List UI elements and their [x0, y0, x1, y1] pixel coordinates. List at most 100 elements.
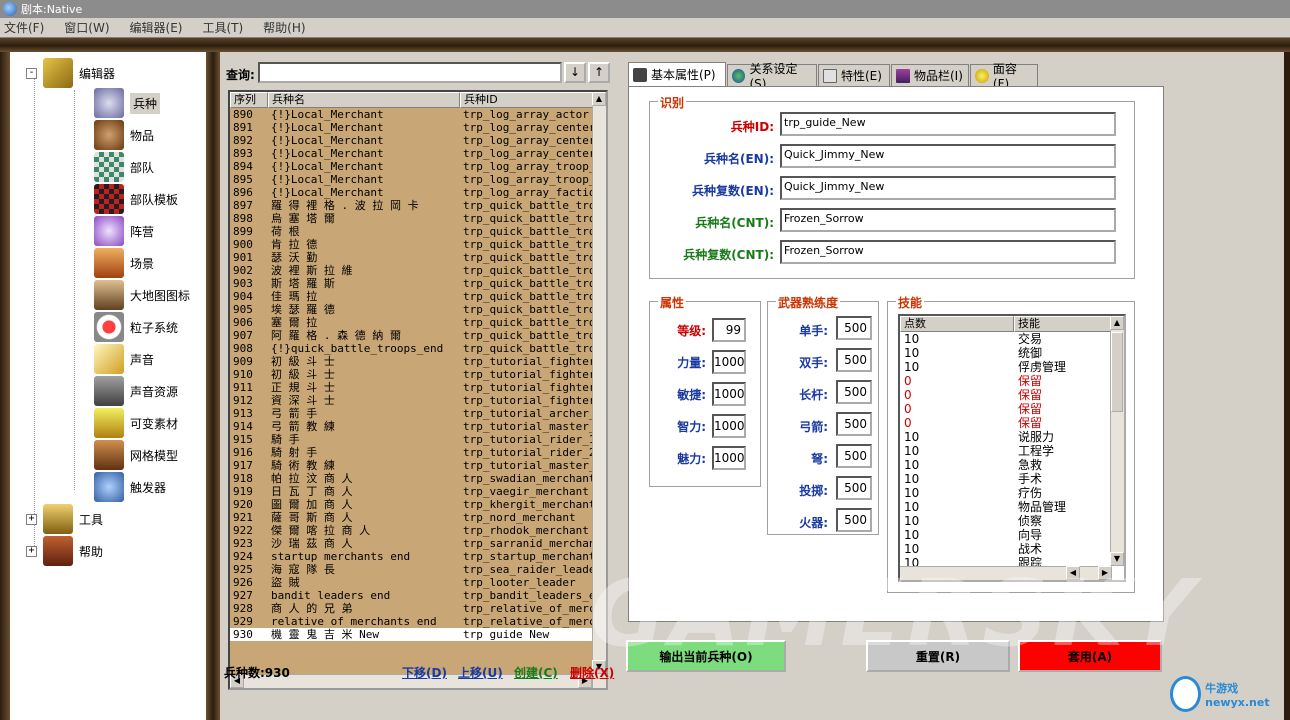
- collapse-icon[interactable]: -: [26, 67, 37, 79]
- strength-input[interactable]: 1000: [712, 350, 746, 374]
- column-troop-id[interactable]: 兵种ID: [460, 92, 606, 108]
- troop-list-vscroll[interactable]: ▲ ▼: [592, 92, 606, 688]
- frame-divider[interactable]: [206, 52, 220, 720]
- table-row[interactable]: 929 relative of merchants end trp_relative…: [230, 615, 594, 628]
- menu-tools[interactable]: 工具(T): [202, 19, 243, 36]
- tree-node-variable-assets[interactable]: 可变素材: [94, 408, 178, 438]
- table-row[interactable]: 890 {!}Local_Merchant trp_log_array_actor: [230, 108, 594, 121]
- expand-icon[interactable]: +: [26, 545, 37, 557]
- scroll-up-icon[interactable]: ▲: [592, 92, 606, 106]
- table-row[interactable]: 911 正 規 斗 士 trp_tutorial_fighter_3: [230, 381, 594, 394]
- table-row[interactable]: 895 {!}Local_Merchant trp_log_array_troop_…: [230, 173, 594, 186]
- tab-basic[interactable]: 基本属性(P): [628, 62, 726, 86]
- list-item[interactable]: 10 急救: [900, 458, 1110, 472]
- export-troop-button[interactable]: 输出当前兵种(O): [626, 640, 786, 672]
- table-row[interactable]: 920 圖 爾 加 商 人 trp_khergit_merchant: [230, 498, 594, 511]
- table-row[interactable]: 900 肯 拉 德 trp_quick_battle_troop: [230, 238, 594, 251]
- table-row[interactable]: 901 瑟 沃 勤 trp_quick_battle_troop: [230, 251, 594, 264]
- skills-vscroll[interactable]: ▲ ▼: [1110, 316, 1124, 566]
- tab-face[interactable]: 面容(F): [970, 62, 1038, 91]
- table-row[interactable]: 912 資 深 斗 士 trp_tutorial_fighter_4: [230, 394, 594, 407]
- list-item[interactable]: 10 侦察: [900, 514, 1110, 528]
- table-row[interactable]: 916 騎 射 手 trp_tutorial_rider_2: [230, 446, 594, 459]
- table-row[interactable]: 909 初 級 斗 士 trp_tutorial_fighter_1: [230, 355, 594, 368]
- polearm-input[interactable]: 500: [836, 380, 872, 404]
- column-skill[interactable]: 技能: [1014, 316, 1112, 332]
- tab-inventory[interactable]: 物品栏(I): [891, 64, 969, 86]
- table-row[interactable]: 905 埃 瑟 羅 德 trp_quick_battle_troop: [230, 303, 594, 316]
- column-points[interactable]: 点数: [900, 316, 1014, 332]
- table-row[interactable]: 928 商 人 的 兄 弟 trp_relative_of_mercha: [230, 602, 594, 615]
- tree-node-triggers[interactable]: 触发器: [94, 472, 166, 502]
- scroll-thumb[interactable]: [1111, 332, 1123, 412]
- table-row[interactable]: 892 {!}Local_Merchant trp_log_array_center…: [230, 134, 594, 147]
- tree-node-scenes[interactable]: 场景: [94, 248, 154, 278]
- level-input[interactable]: 99: [712, 318, 746, 342]
- table-row[interactable]: 894 {!}Local_Merchant trp_log_array_troop_…: [230, 160, 594, 173]
- tree-node-troops[interactable]: 兵种: [94, 88, 161, 118]
- menu-file[interactable]: 文件(F): [4, 19, 44, 36]
- agility-input[interactable]: 1000: [712, 382, 746, 406]
- troop-plural-cnt-input[interactable]: Frozen_Sorrow: [780, 240, 1116, 264]
- tree-node-help[interactable]: + 帮助: [26, 536, 103, 566]
- list-item[interactable]: 10 战术: [900, 542, 1110, 556]
- tree-node-editor[interactable]: - 编辑器: [26, 58, 115, 88]
- table-row[interactable]: 906 塞 爾 拉 trp_quick_battle_troop: [230, 316, 594, 329]
- reset-button[interactable]: 重置(R): [866, 640, 1010, 672]
- move-down-link[interactable]: 下移(D): [402, 664, 447, 681]
- scroll-down-icon[interactable]: ▼: [1110, 552, 1124, 566]
- list-item[interactable]: 10 说服力: [900, 430, 1110, 444]
- list-item[interactable]: 10 疗伤: [900, 486, 1110, 500]
- tree-node-particles[interactable]: 粒子系统: [94, 312, 178, 342]
- skills-hscroll[interactable]: ◀ ▶: [900, 566, 1112, 580]
- firearms-input[interactable]: 500: [836, 508, 872, 532]
- table-row[interactable]: 904 佳 瑪 拉 trp_quick_battle_troop: [230, 290, 594, 303]
- table-row[interactable]: 921 薩 哥 斯 商 人 trp_nord_merchant: [230, 511, 594, 524]
- table-row[interactable]: 923 沙 瑞 茲 商 人 trp_sarranid_merchant: [230, 537, 594, 550]
- table-row[interactable]: 915 騎 手 trp_tutorial_rider_1: [230, 433, 594, 446]
- table-row[interactable]: 926 盜 賊 trp_looter_leader: [230, 576, 594, 589]
- list-item[interactable]: 10 工程学: [900, 444, 1110, 458]
- search-next-button[interactable]: ↓: [564, 62, 586, 83]
- list-item[interactable]: 10 统御: [900, 346, 1110, 360]
- troop-listview[interactable]: 序列 兵种名 兵种ID 890 {!}Local_Merchant trp_log_…: [228, 90, 608, 690]
- crossbow-input[interactable]: 500: [836, 444, 872, 468]
- scroll-left-icon[interactable]: ◀: [1066, 566, 1080, 580]
- table-row[interactable]: 922 傑 爾 喀 拉 商 人 trp_rhodok_merchant: [230, 524, 594, 537]
- troop-name-cnt-input[interactable]: Frozen_Sorrow: [780, 208, 1116, 232]
- intelligence-input[interactable]: 1000: [712, 414, 746, 438]
- menu-window[interactable]: 窗口(W): [64, 19, 109, 36]
- tree-node-factions[interactable]: 阵营: [94, 216, 154, 246]
- list-item[interactable]: 0 保留: [900, 374, 1110, 388]
- list-item[interactable]: 10 物品管理: [900, 500, 1110, 514]
- expand-icon[interactable]: +: [26, 513, 37, 525]
- list-item[interactable]: 10 手术: [900, 472, 1110, 486]
- column-index[interactable]: 序列: [230, 92, 268, 108]
- troop-name-en-input[interactable]: Quick_Jimmy_New: [780, 144, 1116, 168]
- charisma-input[interactable]: 1000: [712, 446, 746, 470]
- table-row[interactable]: 930 機 靈 鬼 吉 米 New trp guide New: [230, 628, 594, 641]
- table-row[interactable]: 908 {!}quick_battle_troops_end trp_quick_b…: [230, 342, 594, 355]
- menu-help[interactable]: 帮助(H): [263, 19, 305, 36]
- tab-traits[interactable]: 特性(E): [818, 64, 890, 86]
- list-item[interactable]: 10 交易: [900, 332, 1110, 346]
- scroll-up-icon[interactable]: ▲: [1110, 316, 1124, 330]
- tree-node-sounds[interactable]: 声音: [94, 344, 154, 374]
- list-item[interactable]: 0 保留: [900, 388, 1110, 402]
- search-prev-button[interactable]: ↑: [588, 62, 610, 83]
- move-up-link[interactable]: 上移(U): [458, 664, 503, 681]
- throwing-input[interactable]: 500: [836, 476, 872, 500]
- two-handed-input[interactable]: 500: [836, 348, 872, 372]
- menu-editor[interactable]: 编辑器(E): [130, 19, 183, 36]
- table-row[interactable]: 917 騎 術 教 練 trp_tutorial_master_ho: [230, 459, 594, 472]
- tree-node-party-templates[interactable]: 部队模板: [94, 184, 178, 214]
- archery-input[interactable]: 500: [836, 412, 872, 436]
- tree-node-sound-resources[interactable]: 声音资源: [94, 376, 178, 406]
- column-troop-name[interactable]: 兵种名: [268, 92, 460, 108]
- table-row[interactable]: 903 斯 塔 羅 斯 trp_quick_battle_troop: [230, 277, 594, 290]
- list-item[interactable]: 10 俘虏管理: [900, 360, 1110, 374]
- tree-node-meshes[interactable]: 网格模型: [94, 440, 178, 470]
- table-row[interactable]: 893 {!}Local_Merchant trp_log_array_center…: [230, 147, 594, 160]
- table-row[interactable]: 927 bandit leaders end trp_bandit_leaders_…: [230, 589, 594, 602]
- troop-id-input[interactable]: trp_guide_New: [780, 112, 1116, 136]
